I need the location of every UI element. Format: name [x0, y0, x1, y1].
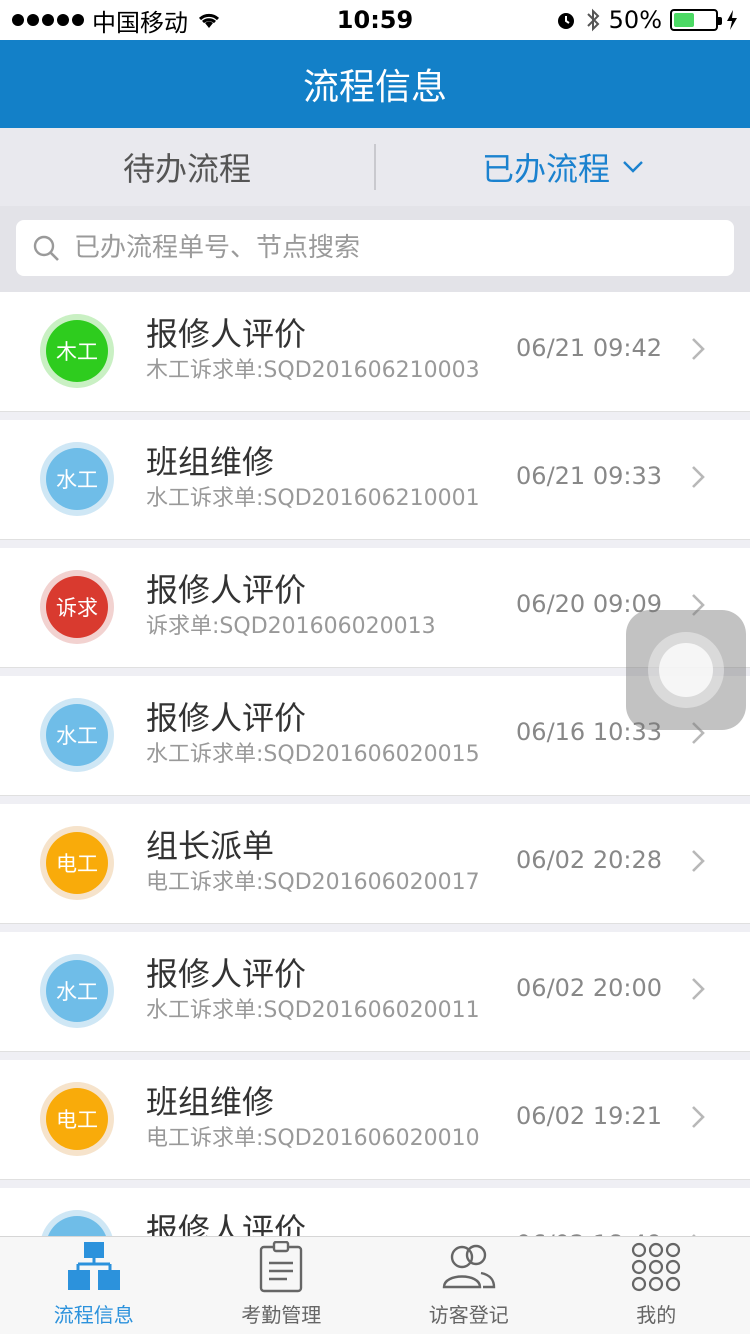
grid-dots-icon — [631, 1239, 681, 1295]
visitors-icon — [441, 1239, 497, 1295]
bottom-nav: 流程信息 考勤管理 访客登记 我的 — [0, 1236, 750, 1334]
status-right: 50% — [555, 6, 738, 34]
chevron-right-icon — [690, 464, 706, 494]
category-badge-ring: 水工 — [40, 698, 114, 772]
row-time: 06/02 19:21 — [516, 1102, 662, 1130]
chevron-right-icon — [690, 1104, 706, 1134]
row-texts: 班组维修电工诉求单:SQD201606020010 — [146, 1082, 480, 1154]
search-icon — [33, 235, 59, 261]
wifi-icon — [198, 13, 220, 28]
battery-level — [674, 13, 694, 27]
nav-label-attendance: 考勤管理 — [241, 1303, 322, 1327]
category-badge: 木工 — [46, 320, 108, 382]
row-title: 班组维修 — [146, 1083, 275, 1121]
nav-item-mine[interactable]: 我的 — [563, 1237, 750, 1334]
chevron-right-icon — [690, 976, 706, 1006]
list-item[interactable]: 水工 班组维修水工诉求单:SQD201606210001 06/21 09:33 — [0, 420, 750, 540]
page-header: 流程信息 — [0, 40, 750, 128]
process-list: 木工 报修人评价 木工诉求单:SQD201606210003 06/21 09:42 水… — [0, 292, 750, 1316]
clipboard-icon — [259, 1239, 303, 1295]
row-texts: 报修人评价水工诉求单:SQD201606020011 — [146, 954, 480, 1026]
list-item[interactable]: 水工 报修人评价水工诉求单:SQD201606020011 06/02 20:00 — [0, 932, 750, 1052]
assistive-touch-button[interactable] — [626, 610, 746, 730]
row-title: 班组维修 — [146, 443, 275, 481]
search-input[interactable] — [74, 233, 718, 263]
row-texts: 组长派单电工诉求单:SQD201606020017 — [146, 826, 480, 898]
search-box — [16, 220, 734, 276]
org-chart-icon — [67, 1239, 120, 1295]
row-time: 06/21 09:33 — [516, 462, 662, 490]
row-texts: 报修人评价水工诉求单:SQD201606020015 — [146, 698, 480, 770]
screen: 中国移动 10:59 50% 流程信息 待办流程 已办流程 已办流程单号、节点搜… — [0, 0, 750, 1334]
chevron-right-icon — [690, 336, 706, 366]
tab-completed-label: 已办流程 — [481, 150, 610, 188]
category-badge-ring: 电工 — [40, 1082, 114, 1156]
signal-icon — [12, 14, 84, 26]
list-item[interactable]: 木工 报修人评价木工诉求单:SQD201606210003 06/21 09:42 — [0, 292, 750, 412]
assistive-touch-core — [659, 643, 713, 697]
category-badge-ring: 木工 — [40, 314, 114, 388]
category-badge-ring: 诉求 — [40, 570, 114, 644]
battery-icon — [670, 9, 722, 31]
row-title: 报修人评价 — [146, 955, 307, 993]
category-badge: 水工 — [46, 960, 108, 1022]
row-title: 报修人评价 — [146, 699, 307, 737]
alarm-icon — [557, 13, 574, 29]
category-badge: 诉求 — [46, 576, 108, 638]
row-texts: 班组维修水工诉求单:SQD201606210001 — [146, 442, 480, 514]
bluetooth-icon — [586, 8, 600, 32]
row-title: 组长派单 — [146, 827, 275, 865]
tab-completed[interactable]: 已办流程 — [376, 128, 750, 206]
row-subtitle: 水工诉求单:SQD201606020011 — [146, 998, 480, 1023]
nav-label-visitors: 访客登记 — [428, 1303, 509, 1327]
status-left: 中国移动 — [12, 3, 222, 38]
carrier-label: 中国移动 — [92, 8, 188, 37]
row-subtitle: 水工诉求单:SQD201606210001 — [146, 486, 480, 511]
nav-item-process[interactable]: 流程信息 — [0, 1237, 188, 1334]
row-texts: 报修人评价诉求单:SQD201606020013 — [146, 570, 436, 642]
row-subtitle: 电工诉求单:SQD201606020010 — [146, 1126, 480, 1151]
row-subtitle: 诉求单:SQD201606020013 — [146, 614, 436, 639]
category-badge: 电工 — [46, 832, 108, 894]
search-bar — [0, 206, 750, 292]
battery-percent: 50% — [608, 6, 662, 34]
nav-item-visitors[interactable]: 访客登记 — [375, 1237, 563, 1334]
category-badge: 水工 — [46, 448, 108, 510]
tab-pending[interactable]: 待办流程 — [0, 128, 374, 206]
category-badge: 水工 — [46, 704, 108, 766]
nav-label-process: 流程信息 — [53, 1303, 134, 1327]
nav-label-mine: 我的 — [636, 1303, 677, 1327]
category-badge-ring: 电工 — [40, 826, 114, 900]
row-time: 06/02 20:28 — [516, 846, 662, 874]
charging-icon — [727, 10, 737, 30]
category-badge: 电工 — [46, 1088, 108, 1150]
tab-pending-label: 待办流程 — [122, 150, 251, 188]
assistive-touch-ring — [648, 632, 724, 708]
row-title: 报修人评价 — [146, 315, 307, 353]
category-badge-ring: 水工 — [40, 954, 114, 1028]
category-badge-ring: 水工 — [40, 442, 114, 516]
chevron-down-icon — [622, 160, 644, 174]
nav-item-attendance[interactable]: 考勤管理 — [188, 1237, 376, 1334]
row-subtitle: 木工诉求单:SQD201606210003 — [146, 358, 480, 383]
row-texts: 报修人评价木工诉求单:SQD201606210003 — [146, 314, 480, 386]
list-item[interactable]: 电工 组长派单电工诉求单:SQD201606020017 06/02 20:28 — [0, 804, 750, 924]
row-subtitle: 电工诉求单:SQD201606020017 — [146, 870, 480, 895]
chevron-right-icon — [690, 848, 706, 878]
page-title: 流程信息 — [302, 67, 447, 108]
row-title: 报修人评价 — [146, 571, 307, 609]
row-time: 06/02 20:00 — [516, 974, 662, 1002]
row-time: 06/21 09:42 — [516, 334, 662, 362]
row-subtitle: 水工诉求单:SQD201606020015 — [146, 742, 480, 767]
list-item[interactable]: 电工 班组维修电工诉求单:SQD201606020010 06/02 19:21 — [0, 1060, 750, 1180]
status-bar: 中国移动 10:59 50% — [0, 0, 750, 40]
tab-bar: 待办流程 已办流程 — [0, 128, 750, 206]
